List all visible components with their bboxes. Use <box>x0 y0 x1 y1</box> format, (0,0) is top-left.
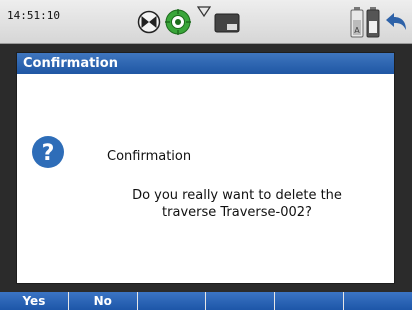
svg-text:A: A <box>354 26 360 35</box>
dialog-message: Do you really want to delete the travers… <box>87 187 387 221</box>
yes-button[interactable]: Yes <box>0 292 68 310</box>
softkey-bar: Yes No <box>0 292 412 310</box>
sd-card-icon[interactable] <box>366 6 380 38</box>
target-icon[interactable] <box>164 8 192 36</box>
memory-card-icon[interactable] <box>214 13 240 33</box>
confirmation-dialog: Confirmation ? Confirmation Do you reall… <box>16 52 395 284</box>
status-bar: 14:51:10 A <box>0 0 412 44</box>
no-button[interactable]: No <box>67 292 137 310</box>
message-line-1: Do you really want to delete the <box>132 188 342 203</box>
softkey-3[interactable] <box>136 292 206 310</box>
signal-icon[interactable] <box>197 6 211 18</box>
message-line-2: traverse Traverse-002? <box>162 205 312 220</box>
compass-icon[interactable] <box>137 10 161 34</box>
softkey-4[interactable] <box>205 292 274 310</box>
clock-time: 14:51:10 <box>7 9 60 22</box>
dialog-heading: Confirmation <box>107 149 192 164</box>
svg-text:?: ? <box>42 141 55 166</box>
battery-icon[interactable]: A <box>350 6 364 38</box>
softkey-5[interactable] <box>274 292 343 310</box>
back-arrow-icon[interactable] <box>384 12 408 32</box>
softkey-6[interactable] <box>343 292 412 310</box>
question-icon: ? <box>32 136 64 168</box>
dialog-title: Confirmation <box>17 53 394 74</box>
